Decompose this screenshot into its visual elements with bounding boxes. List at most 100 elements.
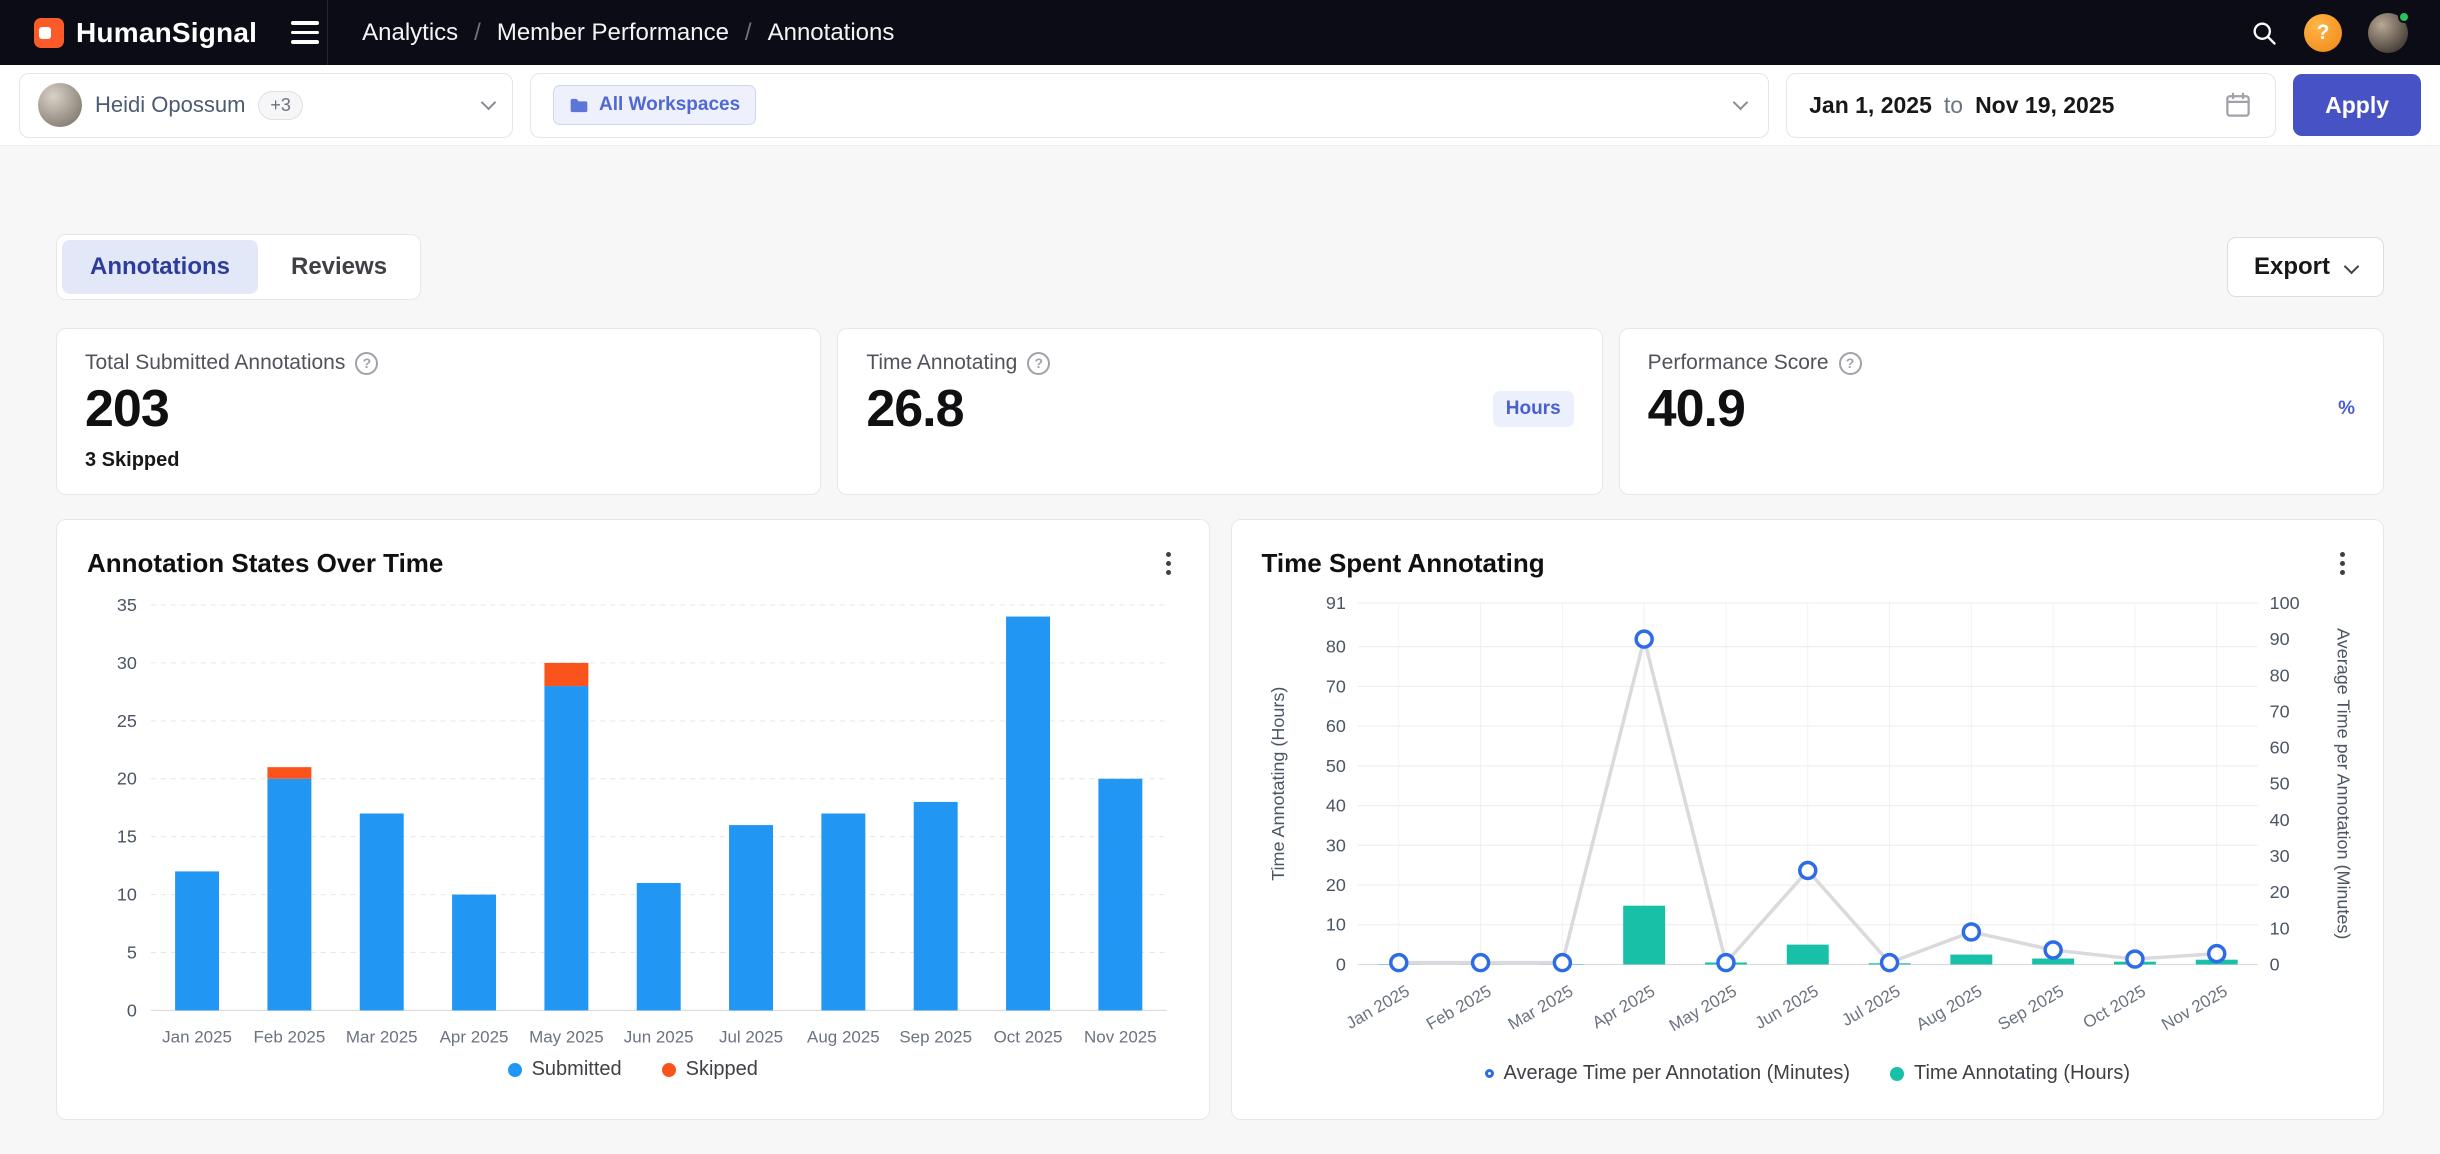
svg-text:Jun 2025: Jun 2025: [1751, 981, 1821, 1032]
svg-text:20: 20: [1325, 875, 1345, 895]
time-spent-chart-canvas: 0102030405060708091010203040506070809010…: [1262, 591, 2354, 1060]
svg-text:Oct 2025: Oct 2025: [2079, 981, 2148, 1032]
svg-text:100: 100: [2269, 593, 2299, 613]
svg-text:70: 70: [1325, 676, 1345, 696]
top-navigation-bar: HumanSignal Analytics / Member Performan…: [0, 0, 2440, 65]
apply-button[interactable]: Apply: [2293, 74, 2421, 136]
folder-icon: [569, 97, 589, 114]
export-button[interactable]: Export: [2227, 237, 2384, 297]
topbar-right: ?: [2250, 13, 2440, 53]
svg-text:Sep 2025: Sep 2025: [1994, 981, 2066, 1034]
breadcrumb-member-performance[interactable]: Member Performance: [497, 19, 729, 47]
charts-row: Annotation States Over Time 051015202530…: [56, 519, 2384, 1120]
help-icon[interactable]: ?: [1027, 352, 1050, 375]
svg-text:Aug 2025: Aug 2025: [1912, 981, 1984, 1034]
topbar-divider: [327, 0, 328, 65]
svg-text:10: 10: [117, 885, 137, 905]
date-separator: to: [1944, 92, 1963, 119]
date-range-picker[interactable]: Jan 1, 2025 to Nov 19, 2025: [1786, 73, 2276, 138]
workspace-chip[interactable]: All Workspaces: [553, 85, 756, 125]
chart-legend: Average Time per Annotation (Minutes) Tim…: [1262, 1062, 2354, 1085]
svg-text:0: 0: [127, 1000, 137, 1020]
chart-menu-button[interactable]: [1158, 544, 1179, 583]
svg-text:Apr 2025: Apr 2025: [440, 1027, 509, 1046]
stat-card-performance-score: Performance Score ? 40.9 %: [1619, 328, 2384, 495]
unit-label: %: [2338, 398, 2355, 420]
svg-text:90: 90: [2269, 629, 2289, 649]
svg-text:Jun 2025: Jun 2025: [624, 1027, 694, 1046]
annotation-states-card: Annotation States Over Time 051015202530…: [56, 519, 1210, 1120]
breadcrumb: Analytics / Member Performance / Annotat…: [362, 19, 894, 47]
tabs-row: Annotations Reviews Export: [56, 234, 2384, 300]
help-button[interactable]: ?: [2304, 14, 2342, 52]
svg-text:70: 70: [2269, 701, 2289, 721]
svg-text:15: 15: [117, 827, 137, 847]
svg-text:Jan 2025: Jan 2025: [1342, 981, 1412, 1032]
user-avatar[interactable]: [2368, 13, 2408, 53]
stats-row: Total Submitted Annotations ? 203 3 Skip…: [56, 328, 2384, 495]
topbar-left: HumanSignal: [0, 15, 325, 50]
svg-text:May 2025: May 2025: [529, 1027, 604, 1046]
member-more-badge: +3: [258, 91, 303, 120]
chart-title: Annotation States Over Time: [87, 548, 443, 579]
tab-reviews[interactable]: Reviews: [263, 240, 415, 294]
svg-text:50: 50: [1325, 756, 1345, 776]
svg-text:Average Time per Annotation (M: Average Time per Annotation (Minutes): [2333, 628, 2353, 939]
svg-text:20: 20: [117, 769, 137, 789]
stat-footnote: 3 Skipped: [85, 449, 792, 472]
svg-text:Sep 2025: Sep 2025: [899, 1027, 972, 1046]
annotation-states-chart-canvas: 05101520253035Jan 2025Feb 2025Mar 2025Ap…: [87, 591, 1179, 1056]
workspace-select[interactable]: All Workspaces: [530, 73, 1769, 138]
stat-value: 40.9: [1648, 379, 1745, 439]
member-select[interactable]: Heidi Opossum +3: [19, 73, 513, 138]
date-start: Jan 1, 2025: [1809, 92, 1932, 119]
svg-text:Mar 2025: Mar 2025: [346, 1027, 418, 1046]
svg-text:35: 35: [117, 595, 137, 615]
svg-text:Jul 2025: Jul 2025: [719, 1027, 783, 1046]
svg-text:Feb 2025: Feb 2025: [254, 1027, 326, 1046]
online-status-dot: [2398, 11, 2410, 23]
legend-item[interactable]: Average Time per Annotation (Minutes): [1485, 1062, 1850, 1085]
filter-bar: Heidi Opossum +3 All Workspaces Jan 1, 2…: [0, 65, 2440, 146]
stat-card-time-annotating: Time Annotating ? 26.8 Hours: [837, 328, 1602, 495]
chevron-down-icon: [481, 95, 497, 111]
search-icon: [2250, 19, 2278, 47]
legend-item[interactable]: Submitted: [508, 1058, 622, 1081]
svg-text:91: 91: [1325, 593, 1345, 613]
breadcrumb-annotations: Annotations: [768, 19, 895, 47]
legend-item[interactable]: Skipped: [662, 1058, 758, 1081]
member-name: Heidi Opossum: [95, 92, 245, 118]
menu-toggle-button[interactable]: [285, 15, 325, 50]
chart-menu-button[interactable]: [2332, 544, 2353, 583]
help-icon[interactable]: ?: [1839, 352, 1862, 375]
svg-text:Aug 2025: Aug 2025: [807, 1027, 880, 1046]
tab-annotations[interactable]: Annotations: [62, 240, 258, 294]
search-button[interactable]: [2250, 19, 2278, 47]
breadcrumb-analytics[interactable]: Analytics: [362, 19, 458, 47]
calendar-icon: [2223, 90, 2253, 120]
help-icon[interactable]: ?: [355, 352, 378, 375]
legend-item[interactable]: Time Annotating (Hours): [1890, 1062, 2130, 1085]
svg-text:30: 30: [1325, 835, 1345, 855]
chart-legend: Submitted Skipped: [87, 1058, 1179, 1081]
svg-text:Jul 2025: Jul 2025: [1838, 981, 1903, 1030]
time-spent-annotating-card: Time Spent Annotating 010203040506070809…: [1231, 519, 2385, 1120]
svg-text:Nov 2025: Nov 2025: [1084, 1027, 1157, 1046]
stat-title: Time Annotating: [866, 351, 1017, 375]
svg-text:30: 30: [2269, 846, 2289, 866]
svg-text:Apr 2025: Apr 2025: [1588, 981, 1657, 1032]
svg-text:50: 50: [2269, 774, 2289, 794]
breadcrumb-separator: /: [745, 19, 752, 47]
svg-text:60: 60: [1325, 716, 1345, 736]
brand-logo[interactable]: HumanSignal: [34, 17, 257, 49]
svg-text:80: 80: [2269, 665, 2289, 685]
svg-text:80: 80: [1325, 637, 1345, 657]
svg-text:30: 30: [117, 653, 137, 673]
svg-text:25: 25: [117, 711, 137, 731]
svg-text:10: 10: [1325, 915, 1345, 935]
date-end: Nov 19, 2025: [1975, 92, 2114, 119]
breadcrumb-separator: /: [474, 19, 481, 47]
member-avatar: [38, 83, 82, 127]
workspace-chip-label: All Workspaces: [599, 94, 740, 116]
stat-card-total-submitted: Total Submitted Annotations ? 203 3 Skip…: [56, 328, 821, 495]
